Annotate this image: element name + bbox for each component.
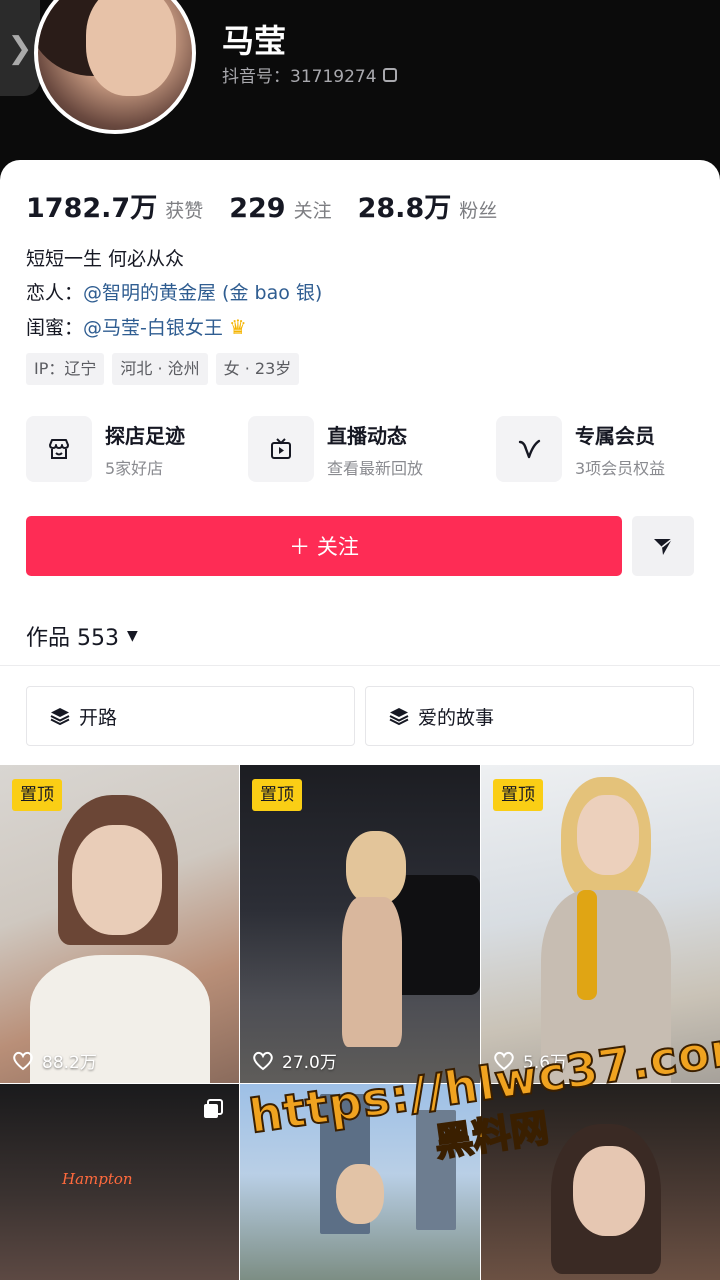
pinned-badge: 置顶: [12, 779, 62, 811]
stat-likes: 1782.7万 获赞: [26, 186, 203, 225]
video-thumbnail[interactable]: [240, 1084, 480, 1280]
likes-count: 27.0万: [252, 1048, 337, 1073]
stat-label: 获赞: [165, 200, 204, 222]
heart-icon: [13, 1051, 33, 1070]
feature-subtitle: 查看最新回放: [327, 458, 424, 478]
feature-subtitle: 3项会员权益: [575, 458, 666, 478]
tag-location: 河北 · 沧州: [112, 353, 208, 385]
collection-label: 爱的故事: [418, 706, 495, 729]
tag-ip: IP：辽宁: [26, 353, 105, 385]
uid-text: 抖音号：31719274: [222, 67, 377, 87]
likes-count: 5.6万: [493, 1048, 567, 1073]
stat-label: 粉丝: [459, 200, 498, 222]
feature-subtitle: 5家好店: [105, 458, 164, 478]
profile-name: 马莹: [222, 22, 287, 60]
bio-bestie-line: 闺蜜：@马莹-白银女王 ♛: [26, 310, 322, 345]
feature-title: 专属会员: [575, 423, 655, 448]
stat-label: 关注: [293, 200, 332, 222]
feature-membership[interactable]: 专属会员 3项会员权益: [496, 416, 665, 482]
face-figure: [573, 1146, 645, 1236]
heart-icon: [494, 1051, 514, 1070]
lover-mention-link[interactable]: @智明的黄金屋 (金 bao 银): [83, 282, 322, 304]
feature-store-visits[interactable]: 探店足迹 5家好店: [26, 416, 185, 482]
feature-title: 探店足迹: [105, 423, 185, 448]
stack-icon: [389, 708, 409, 726]
store-icon: [26, 416, 92, 482]
tv-icon: [248, 416, 314, 482]
likes-value: 5.6万: [523, 1053, 568, 1073]
stack-icon: [50, 708, 70, 726]
send-icon: [654, 538, 673, 555]
stat-following[interactable]: 229 关注: [229, 193, 331, 224]
pinned-badge: 置顶: [493, 779, 543, 811]
tag-gender-age: 女 · 23岁: [215, 353, 300, 385]
pinned-badge: 置顶: [252, 779, 302, 811]
bio: 短短一生 何必从众 恋人：@智明的黄金屋 (金 bao 银) 闺蜜：@马莹-白银…: [26, 242, 322, 345]
stat-followers[interactable]: 28.8万 粉丝: [358, 186, 498, 225]
profile-uid[interactable]: 抖音号：31719274: [222, 62, 397, 87]
heart-icon: [253, 1051, 273, 1070]
building-figure: [416, 1110, 456, 1230]
bestie-mention-link[interactable]: @马莹-白银女王: [83, 317, 223, 339]
feature-title: 直播动态: [327, 423, 407, 448]
stat-value: 229: [229, 193, 286, 224]
collection-label: 开路: [79, 706, 118, 729]
hotel-sign: Hampton: [62, 1170, 133, 1188]
divider: [0, 665, 720, 666]
feature-live[interactable]: 直播动态 查看最新回放: [248, 416, 423, 482]
face-figure: [346, 831, 406, 905]
face-figure: [72, 825, 162, 935]
video-thumbnail[interactable]: Hampton: [0, 1084, 239, 1280]
works-label: 作品 553: [26, 626, 119, 651]
stats-row: 1782.7万 获赞 229 关注 28.8万 粉丝: [26, 186, 523, 225]
body-figure: [342, 897, 402, 1047]
lover-prefix: 恋人：: [26, 282, 84, 304]
feature-row: 探店足迹 5家好店 直播动态 查看最新回放 专属会员 3项会员权益: [26, 416, 694, 486]
follow-button[interactable]: ＋ 关注: [26, 516, 622, 576]
video-thumbnail[interactable]: 置顶 27.0万: [240, 765, 480, 1083]
collection-item[interactable]: 开路: [26, 686, 355, 746]
car-figure: [390, 875, 480, 995]
profile-header: ❯ 马莹 抖音号：31719274: [0, 0, 720, 180]
avatar[interactable]: [34, 0, 196, 134]
works-tab[interactable]: 作品 553 ▼: [26, 620, 138, 652]
v-member-icon: [496, 416, 562, 482]
stat-value: 28.8万: [357, 193, 452, 224]
video-thumbnail[interactable]: 置顶 88.2万: [0, 765, 239, 1083]
collections-row: 开路 爱的故事: [26, 686, 694, 746]
likes-value: 27.0万: [282, 1053, 337, 1073]
bio-lover-line: 恋人：@智明的黄金屋 (金 bao 银): [26, 276, 322, 310]
video-grid: 置顶 88.2万 置顶 27.0万 置顶 5.6万 Hampton: [0, 765, 720, 1280]
crown-icon: ♛: [228, 315, 247, 339]
bio-line: 短短一生 何必从众: [26, 248, 185, 270]
share-button[interactable]: [632, 516, 694, 576]
likes-value: 88.2万: [42, 1053, 97, 1073]
dropdown-caret-icon: ▼: [127, 628, 138, 644]
video-thumbnail[interactable]: 置顶 5.6万: [481, 765, 720, 1083]
video-thumbnail[interactable]: [481, 1084, 720, 1280]
gold-chain-figure: [577, 890, 597, 1000]
face-figure: [577, 795, 639, 875]
bestie-prefix: 闺蜜：: [26, 317, 84, 339]
profile-card: 1782.7万 获赞 229 关注 28.8万 粉丝 短短一生 何必从众 恋人：…: [0, 160, 720, 1280]
copy-icon[interactable]: [382, 67, 397, 82]
face-figure: [336, 1164, 384, 1224]
stat-value: 1782.7万: [26, 193, 158, 224]
collection-item[interactable]: 爱的故事: [365, 686, 694, 746]
profile-tags: IP：辽宁 河北 · 沧州 女 · 23岁: [26, 353, 300, 385]
likes-count: 88.2万: [12, 1048, 97, 1073]
multi-image-icon: [204, 1099, 223, 1118]
